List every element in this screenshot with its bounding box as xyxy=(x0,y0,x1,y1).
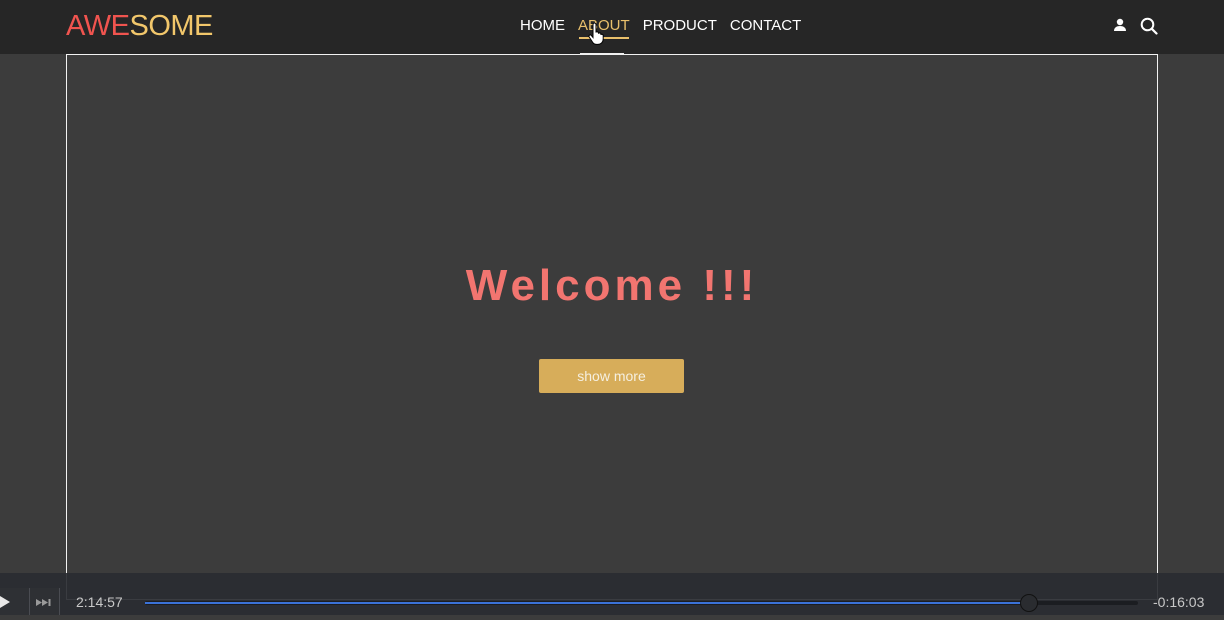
show-more-button[interactable]: show more xyxy=(539,359,684,393)
nav-home[interactable]: HOME xyxy=(520,16,565,38)
site-logo[interactable]: AWESOME xyxy=(66,10,213,42)
skip-next-button[interactable] xyxy=(30,588,60,615)
progress-fill xyxy=(145,602,1029,604)
hand-cursor-icon xyxy=(588,23,604,45)
skip-next-icon xyxy=(36,599,51,606)
user-icon[interactable] xyxy=(1113,18,1127,37)
progress-thumb[interactable] xyxy=(1019,594,1038,612)
nav-product[interactable]: PRODUCT xyxy=(643,16,717,38)
play-button[interactable] xyxy=(0,588,30,615)
main-nav: HOME ABOUT PRODUCT CONTACT xyxy=(520,16,814,39)
hero-title: Welcome !!! xyxy=(465,261,759,310)
play-icon xyxy=(0,596,10,608)
logo-part-1: AWE xyxy=(66,10,130,42)
nav-contact[interactable]: CONTACT xyxy=(730,16,801,38)
top-navbar: AWESOME HOME ABOUT PRODUCT CONTACT xyxy=(0,0,1224,54)
logo-part-2: SOME xyxy=(129,10,213,42)
current-time: 2:14:57 xyxy=(76,594,123,610)
media-player-controls: 2:14:57 -0:16:03 xyxy=(0,573,1224,615)
progress-track[interactable] xyxy=(145,601,1138,605)
hero-section xyxy=(66,54,1158,600)
remaining-time: -0:16:03 xyxy=(1153,594,1205,610)
search-icon[interactable] xyxy=(1140,17,1158,40)
